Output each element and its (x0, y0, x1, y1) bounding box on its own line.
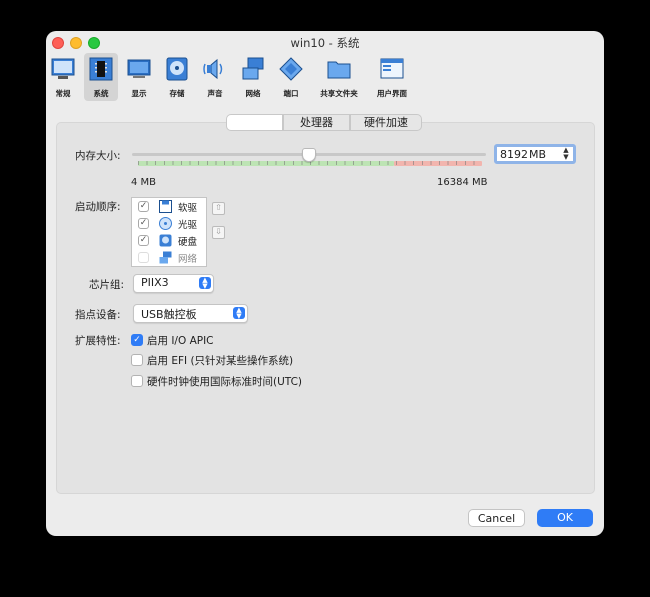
optical-disc-icon (159, 217, 172, 230)
tab-motherboard[interactable] (226, 114, 283, 131)
io-apic-checkbox[interactable]: ✓ (131, 334, 143, 346)
boot-checkbox[interactable]: ✓ (138, 235, 149, 246)
chipset-value: PIIX3 (141, 276, 169, 289)
memory-max-label: 16384 MB (437, 177, 488, 188)
toolbar-item-network[interactable]: 网络 (236, 53, 270, 101)
efi-label: 启用 EFI (只针对某些操作系统) (147, 355, 294, 367)
toolbar-label: 常规 (55, 89, 71, 98)
memory-unit: MB (529, 148, 547, 161)
toolbar-item-display[interactable]: 显示 (122, 53, 156, 101)
memory-value[interactable]: 8192 (500, 148, 528, 161)
toolbar-label: 端口 (283, 89, 299, 98)
memory-spinbox[interactable]: 8192 MB ▲ ▼ (494, 144, 576, 164)
cancel-button[interactable]: Cancel (468, 509, 525, 527)
list-item[interactable]: ✓ 硬盘 (132, 232, 206, 249)
boot-order-list: ✓ 软驱 ✓ 光驱 ✓ 硬盘 网络 (131, 197, 207, 267)
network-icon (242, 57, 264, 80)
boot-checkbox[interactable]: ✓ (138, 201, 149, 212)
move-down-button[interactable]: ⇩ (212, 226, 225, 239)
ok-button[interactable]: OK (537, 509, 593, 527)
storage-icon (166, 57, 188, 81)
chipset-select[interactable]: PIIX3 ▲ ▼ (133, 274, 214, 293)
hard-disk-icon (159, 234, 172, 247)
toolbar-label: 显示 (131, 89, 147, 98)
monitor-icon (127, 59, 151, 78)
boot-checkbox[interactable] (138, 252, 149, 263)
chevron-updown-icon: ▲ ▼ (199, 277, 211, 290)
speaker-icon (203, 58, 223, 80)
tab-processor[interactable]: 处理器 (283, 114, 350, 131)
folder-icon (327, 61, 351, 79)
boot-item-label: 硬盘 (178, 237, 198, 248)
boot-item-label: 软驱 (178, 203, 198, 214)
window-title: win10 - 系统 (290, 36, 360, 50)
toolbar-item-shared-folders[interactable]: 共享文件夹 (314, 53, 364, 101)
toolbar-item-system[interactable]: 系统 (84, 53, 118, 101)
ui-icon (380, 58, 404, 79)
general-icon (51, 58, 75, 79)
memory-label: 内存大小: (75, 150, 121, 162)
toolbar-label: 网络 (245, 89, 261, 98)
boot-item-label: 网络 (178, 254, 198, 265)
utc-clock-label: 硬件时钟使用国际标准时间(UTC) (147, 376, 303, 388)
pointing-device-value: USB触控板 (141, 308, 197, 321)
boot-checkbox[interactable]: ✓ (138, 218, 149, 229)
toolbar-label: 共享文件夹 (320, 89, 358, 98)
memory-slider-knob[interactable] (302, 148, 316, 162)
boot-order-label: 启动顺序: (75, 201, 121, 213)
port-icon (279, 57, 303, 81)
utc-clock-checkbox[interactable] (131, 375, 143, 387)
floppy-icon (159, 200, 172, 213)
io-apic-label: 启用 I/O APIC (147, 335, 214, 347)
memory-min-label: 4 MB (131, 177, 157, 188)
list-item[interactable]: ✓ 软驱 (132, 198, 206, 215)
toolbar-item-user-interface[interactable]: 用户界面 (370, 53, 414, 101)
title-bar: win10 - 系统 (46, 31, 604, 53)
toolbar-label: 声音 (207, 89, 223, 98)
settings-window: win10 - 系统 常规 系统 显示 存储 声音 网络 端口 共享文件夹 用户… (46, 31, 604, 536)
efi-checkbox[interactable] (131, 354, 143, 366)
chevron-updown-icon: ▲ ▼ (233, 307, 245, 320)
toolbar-item-ports[interactable]: 端口 (274, 53, 308, 101)
list-item[interactable]: 网络 (132, 249, 206, 266)
toolbar-label: 用户界面 (377, 89, 407, 98)
memory-stepper[interactable]: ▲ ▼ (560, 147, 572, 161)
boot-item-label: 光驱 (178, 220, 198, 231)
toolbar-item-storage[interactable]: 存储 (160, 53, 194, 101)
toolbar-item-general[interactable]: 常规 (46, 53, 80, 101)
network-boot-icon (159, 251, 172, 264)
chip-icon (89, 57, 113, 81)
tab-bar: 处理器 硬件加速 (226, 114, 422, 131)
toolbar-label: 系统 (93, 89, 109, 98)
pointing-device-label: 指点设备: (75, 309, 121, 321)
chipset-label: 芯片组: (89, 279, 125, 291)
pointing-device-select[interactable]: USB触控板 ▲ ▼ (133, 304, 248, 323)
move-up-button[interactable]: ⇧ (212, 202, 225, 215)
tab-acceleration[interactable]: 硬件加速 (350, 114, 422, 131)
toolbar-item-audio[interactable]: 声音 (198, 53, 232, 101)
extended-features-label: 扩展特性: (75, 335, 121, 347)
list-item[interactable]: ✓ 光驱 (132, 215, 206, 232)
toolbar-label: 存储 (169, 89, 185, 98)
